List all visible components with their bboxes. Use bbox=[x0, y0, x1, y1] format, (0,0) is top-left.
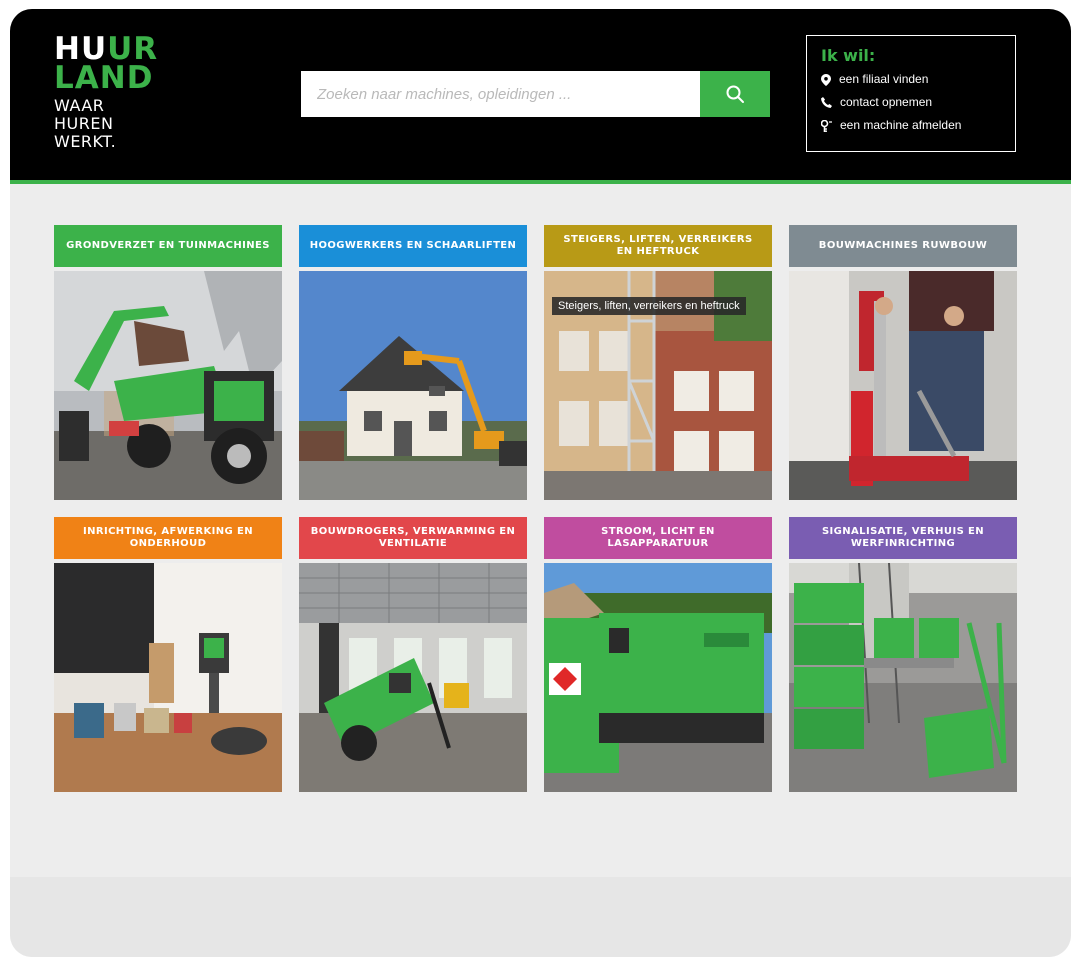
search-input[interactable] bbox=[301, 71, 700, 117]
huurland-logo[interactable]: HUUR LAND WAAR HUREN WERKT. bbox=[54, 34, 158, 151]
category-card-inrichting[interactable]: INRICHTING, AFWERKING EN ONDERHOUD bbox=[54, 517, 282, 792]
ik-wil-box: Ik wil: een filiaal vinden contact opnem… bbox=[806, 35, 1016, 152]
category-photo-bouwdrogers bbox=[299, 563, 527, 792]
category-tooltip: Steigers, liften, verreikers en heftruck bbox=[552, 297, 746, 315]
category-photo-grondverzet bbox=[54, 271, 282, 500]
tagline-line: WAAR bbox=[54, 96, 105, 115]
logo-tagline: WAAR HUREN WERKT. bbox=[54, 97, 158, 151]
category-label: INRICHTING, AFWERKING EN ONDERHOUD bbox=[54, 517, 282, 559]
category-photo-ruwbouw bbox=[789, 271, 1017, 500]
tagline-line: WERKT. bbox=[54, 132, 117, 151]
map-pin-icon bbox=[821, 73, 831, 86]
link-filiaal-vinden[interactable]: een filiaal vinden bbox=[821, 72, 1001, 87]
tagline-line: HUREN bbox=[54, 114, 114, 133]
footer-band bbox=[10, 877, 1071, 957]
phone-icon bbox=[821, 97, 832, 108]
category-card-ruwbouw[interactable]: BOUWMACHINES RUWBOUW bbox=[789, 225, 1017, 500]
category-label: HOOGWERKERS EN SCHAARLIFTEN bbox=[299, 225, 527, 267]
category-photo-hoogwerkers bbox=[299, 271, 527, 500]
category-card-stroom[interactable]: STROOM, LICHT EN LASAPPARATUUR bbox=[544, 517, 772, 792]
category-card-bouwdrogers[interactable]: BOUWDROGERS, VERWARMING EN VENTILATIE bbox=[299, 517, 527, 792]
category-photo-signalisatie bbox=[789, 563, 1017, 792]
category-label: SIGNALISATIE, VERHUIS EN WERFINRICHTING bbox=[789, 517, 1017, 559]
search-button[interactable] bbox=[700, 71, 770, 117]
category-card-steigers[interactable]: STEIGERS, LIFTEN, VERREIKERS EN HEFTRUCK bbox=[544, 225, 772, 500]
category-card-grondverzet[interactable]: GRONDVERZET EN TUINMACHINES bbox=[54, 225, 282, 500]
category-photo-inrichting bbox=[54, 563, 282, 792]
ik-wil-title: Ik wil: bbox=[821, 46, 876, 65]
category-card-hoogwerkers[interactable]: HOOGWERKERS EN SCHAARLIFTEN bbox=[299, 225, 527, 500]
category-label: BOUWDROGERS, VERWARMING EN VENTILATIE bbox=[299, 517, 527, 559]
category-grid: GRONDVERZET EN TUINMACHINES HOOGWERKERS … bbox=[54, 225, 1017, 792]
logo-text-land: LAND bbox=[54, 60, 154, 96]
search-bar bbox=[301, 71, 770, 117]
category-label: STROOM, LICHT EN LASAPPARATUUR bbox=[544, 517, 772, 559]
link-label: contact opnemen bbox=[840, 95, 933, 109]
category-card-signalisatie[interactable]: SIGNALISATIE, VERHUIS EN WERFINRICHTING bbox=[789, 517, 1017, 792]
link-machine-afmelden[interactable]: een machine afmelden bbox=[821, 118, 1001, 133]
site-header: HUUR LAND WAAR HUREN WERKT. Ik wil: bbox=[10, 9, 1071, 184]
page-frame: HUUR LAND WAAR HUREN WERKT. Ik wil: bbox=[10, 9, 1071, 957]
category-label: STEIGERS, LIFTEN, VERREIKERS EN HEFTRUCK bbox=[544, 225, 772, 267]
category-photo-steigers: Steigers, liften, verreikers en heftruck bbox=[544, 271, 772, 500]
category-label: GRONDVERZET EN TUINMACHINES bbox=[54, 225, 282, 267]
category-label: BOUWMACHINES RUWBOUW bbox=[789, 225, 1017, 267]
category-photo-stroom bbox=[544, 563, 772, 792]
link-contact-opnemen[interactable]: contact opnemen bbox=[821, 95, 1001, 110]
link-label: een filiaal vinden bbox=[839, 72, 929, 86]
link-label: een machine afmelden bbox=[840, 118, 962, 132]
key-icon bbox=[821, 119, 832, 132]
search-icon bbox=[726, 85, 744, 103]
